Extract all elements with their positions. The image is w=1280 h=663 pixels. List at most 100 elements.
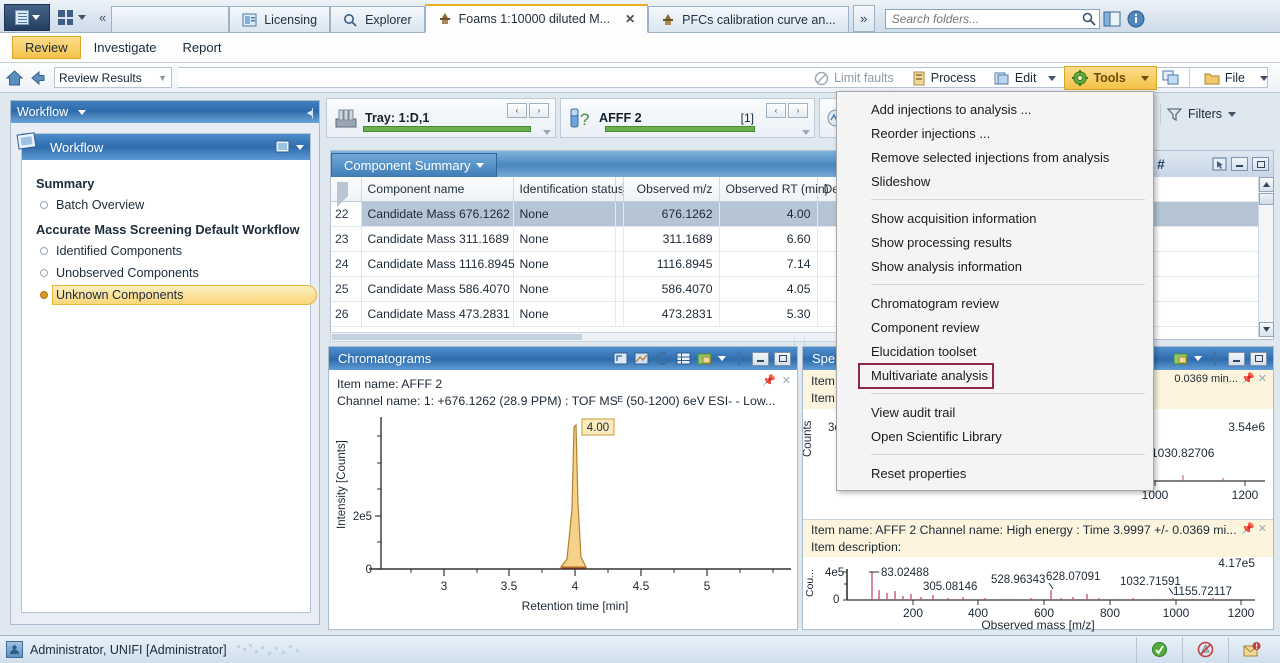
export-chart-icon[interactable] — [697, 351, 713, 366]
menu-item-remove-injections[interactable]: Remove selected injections from analysis — [837, 145, 1153, 169]
chevron-down-icon[interactable] — [78, 110, 86, 115]
scrollbar-thumb[interactable] — [332, 334, 582, 340]
pointer-select-icon[interactable] — [1212, 157, 1227, 171]
message-alert-cell[interactable] — [1228, 637, 1274, 663]
chevron-down-icon[interactable] — [718, 356, 726, 361]
table-row[interactable] — [1147, 277, 1273, 302]
scroll-down-button[interactable] — [1259, 322, 1274, 337]
edit-button[interactable]: Edit — [986, 66, 1045, 90]
workflow-panel-header[interactable]: Workflow ◂| — [11, 101, 319, 123]
maximize-button[interactable] — [774, 352, 791, 366]
table-horizontal-scrollbar[interactable] — [330, 332, 840, 342]
breadcrumb[interactable]: Review Results ▼ — [54, 67, 172, 88]
table-row[interactable]: 22 Candidate Mass 676.1262 None 676.1262… — [331, 201, 841, 226]
workflow-item-identified-components[interactable]: Identified Components — [22, 240, 310, 262]
move-panel-icon[interactable] — [731, 351, 747, 366]
minimize-button[interactable] — [1228, 352, 1245, 366]
table-row[interactable]: 25 Candidate Mass 586.4070 None 586.4070… — [331, 276, 841, 301]
home-icon[interactable] — [6, 70, 23, 86]
filters-label[interactable]: Filters — [1188, 107, 1222, 121]
menu-item-component-review[interactable]: Component review — [837, 315, 1153, 339]
table-view-icon[interactable] — [676, 351, 692, 366]
limit-faults-button[interactable]: Limit faults — [806, 66, 902, 90]
tab-pfcs-calibration[interactable]: PFCs calibration curve an... — [648, 6, 849, 33]
move-panel-icon[interactable] — [1207, 351, 1223, 366]
table-row[interactable] — [1147, 227, 1273, 252]
menu-item-chromatogram-review[interactable]: Chromatogram review — [837, 291, 1153, 315]
ribbon-tab-report[interactable]: Report — [170, 36, 235, 59]
workflow-select-icon[interactable] — [275, 140, 291, 154]
zoom-window-icon[interactable] — [613, 351, 629, 366]
collapse-tabs-button[interactable]: « — [94, 4, 111, 31]
scroll-up-button[interactable] — [1259, 177, 1274, 192]
menu-item-reset-properties[interactable]: Reset properties — [837, 461, 1153, 485]
ribbon-tab-review[interactable]: Review — [12, 36, 81, 59]
menu-item-view-audit-trail[interactable]: View audit trail — [837, 400, 1153, 424]
more-tabs-button[interactable]: » — [853, 5, 875, 32]
menu-item-slideshow[interactable]: Slideshow — [837, 169, 1153, 193]
menu-item-reorder-injections[interactable]: Reorder injections ... — [837, 121, 1153, 145]
column-header-observed-mz[interactable]: Observed m/z — [623, 177, 719, 201]
table-row[interactable]: 24 Candidate Mass 1116.8945 None 1116.89… — [331, 251, 841, 276]
chevron-down-icon[interactable] — [543, 130, 551, 135]
workflow-item-unobserved-components[interactable]: Unobserved Components — [22, 262, 310, 284]
tray-next-button[interactable]: › — [529, 103, 549, 118]
close-icon[interactable]: ✕ — [625, 12, 635, 26]
maximize-button[interactable] — [1250, 352, 1267, 366]
table-row[interactable]: 26 Candidate Mass 473.2831 None 473.2831… — [331, 301, 841, 326]
tools-button[interactable]: Tools — [1064, 66, 1156, 90]
table-row[interactable]: 23 Candidate Mass 311.1689 None 311.1689… — [331, 226, 841, 251]
maximize-button[interactable] — [1252, 157, 1269, 171]
process-button[interactable]: Process — [904, 66, 984, 90]
tab-component-summary[interactable]: Component Summary — [331, 153, 497, 177]
close-icon[interactable]: ✕ — [1258, 373, 1267, 385]
vertical-scrollbar[interactable] — [1258, 177, 1273, 337]
pin-icon[interactable]: 📌 — [1241, 523, 1255, 535]
workflow-item-unknown-components[interactable]: Unknown Components — [22, 284, 310, 306]
ribbon-tab-investigate[interactable]: Investigate — [81, 36, 170, 59]
refresh-icon[interactable] — [655, 351, 671, 366]
table-row[interactable] — [1147, 202, 1273, 227]
search-input[interactable] — [885, 9, 1100, 29]
compare-windows-icon[interactable] — [1162, 70, 1180, 86]
sample-next-button[interactable]: › — [788, 103, 808, 118]
table-row[interactable] — [1147, 302, 1273, 327]
column-header-observed-rt[interactable]: Observed RT (min) — [719, 177, 817, 201]
tray-prev-button[interactable]: ‹ — [507, 103, 527, 118]
notifications-off-cell[interactable] — [1182, 637, 1228, 663]
chromatogram-plot[interactable]: 0 2e5 Intensity [Counts] 3 3.5 4 4. — [329, 409, 797, 619]
sample-selector[interactable]: ? AFFF 2 [1] ‹ › — [560, 98, 815, 138]
column-header-component-name[interactable]: Component name — [361, 177, 513, 201]
table-row[interactable] — [1147, 252, 1273, 277]
export-chart-icon[interactable] — [1173, 351, 1189, 366]
menu-item-open-scientific-library[interactable]: Open Scientific Library — [837, 424, 1153, 448]
minimize-button[interactable] — [752, 352, 769, 366]
tray-selector[interactable]: Tray: 1:D,1 ‹ › — [326, 98, 556, 138]
workflow-item-batch-overview[interactable]: Batch Overview — [22, 194, 310, 216]
sample-prev-button[interactable]: ‹ — [766, 103, 786, 118]
chevron-down-icon[interactable] — [802, 130, 810, 135]
pin-icon[interactable]: 📌 — [762, 374, 776, 389]
table-corner-cell[interactable] — [331, 177, 361, 201]
tab-blank[interactable] — [111, 6, 229, 33]
minimize-button[interactable] — [1231, 157, 1248, 171]
chevron-down-icon[interactable] — [1194, 356, 1202, 361]
app-menu-button[interactable] — [4, 4, 50, 31]
overlay-chart-icon[interactable] — [634, 351, 650, 366]
table-row[interactable] — [1147, 177, 1273, 202]
back-arrow-icon[interactable] — [29, 70, 46, 86]
chevron-down-icon[interactable]: ▼ — [158, 73, 167, 83]
chevron-down-icon[interactable] — [476, 163, 484, 168]
search-icon[interactable] — [1082, 12, 1096, 26]
column-header-identification-status[interactable]: Identification status — [513, 177, 615, 201]
scrollbar-thumb[interactable] — [1259, 193, 1274, 205]
layout-panel-icon[interactable] — [1102, 9, 1122, 29]
file-button[interactable]: File — [1196, 66, 1276, 90]
menu-item-show-acquisition-information[interactable]: Show acquisition information — [837, 206, 1153, 230]
pin-icon[interactable]: 📌 — [1241, 373, 1255, 385]
chevron-down-icon[interactable] — [1228, 112, 1236, 117]
menu-item-multivariate-analysis[interactable]: Multivariate analysis — [837, 363, 1153, 387]
chevron-down-icon[interactable] — [296, 145, 304, 150]
tab-explorer[interactable]: Explorer — [330, 6, 425, 33]
menu-item-show-analysis-information[interactable]: Show analysis information — [837, 254, 1153, 278]
